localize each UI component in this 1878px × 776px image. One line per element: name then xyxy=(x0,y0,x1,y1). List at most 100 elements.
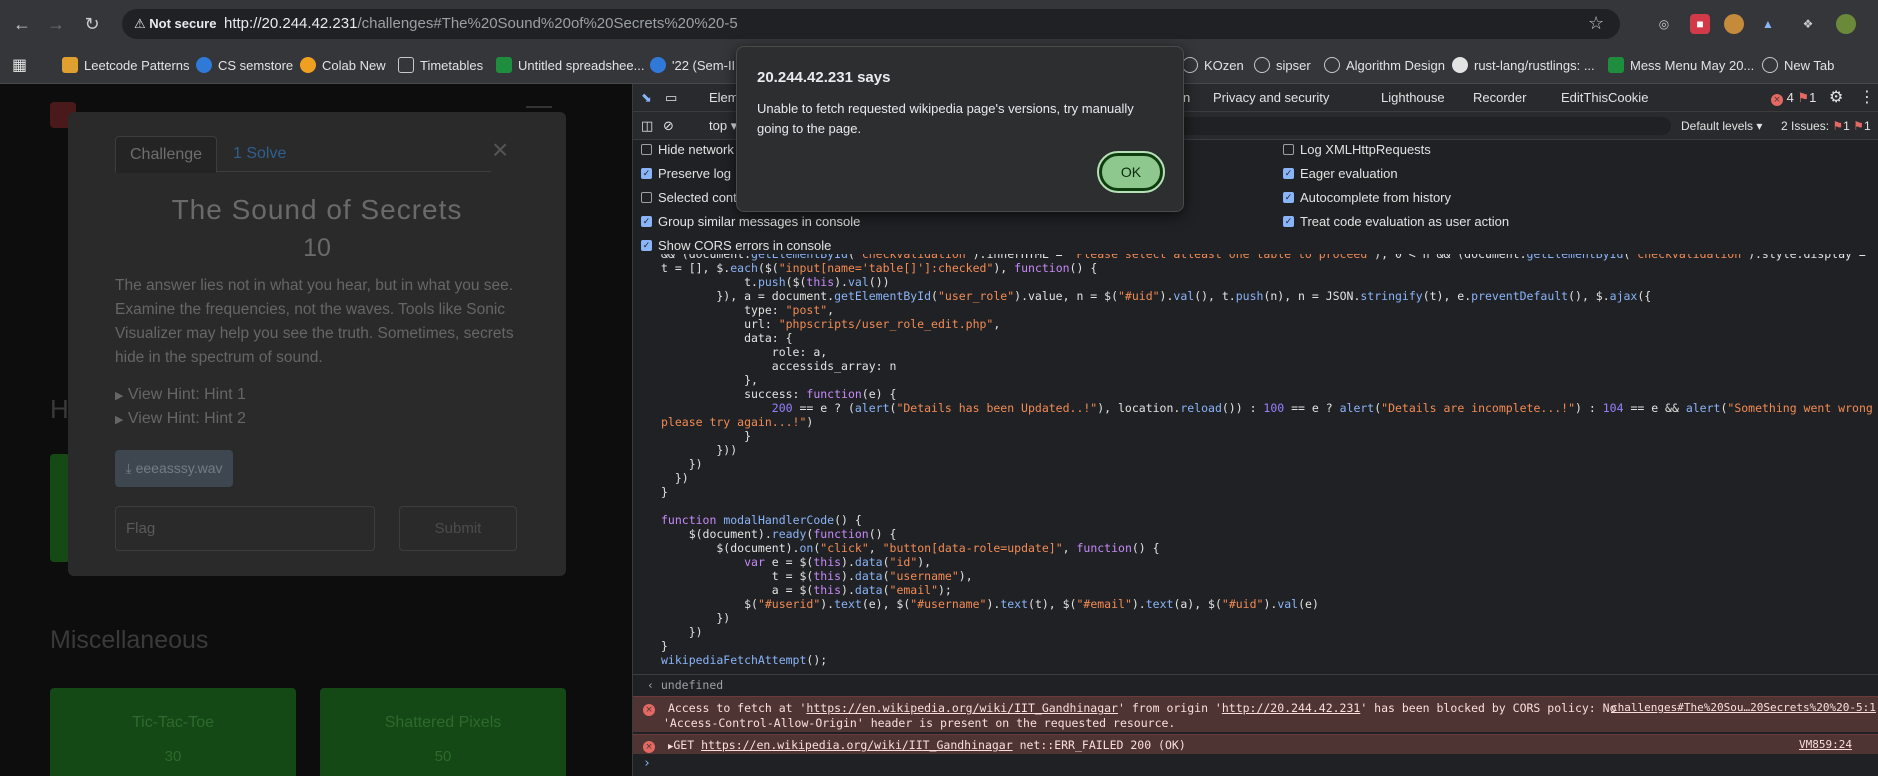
tab-editthiscookie[interactable]: EditThisCookie xyxy=(1561,84,1648,112)
bookmark-item[interactable]: New Tab xyxy=(1762,48,1834,84)
challenge-description: The answer lies not in what you hear, bu… xyxy=(115,277,514,366)
error-source-link[interactable]: challenges#The%20Sou…20Secrets%20%20-5:1 xyxy=(1611,701,1876,715)
console-prompt-icon[interactable]: › xyxy=(643,756,651,771)
bookmark-favicon xyxy=(1608,57,1624,74)
tab-elements[interactable]: Elem xyxy=(709,84,739,112)
extension-icon[interactable]: ▲ xyxy=(1758,14,1778,34)
bookmark-item[interactable]: '22 (Sem-II 2 xyxy=(650,48,746,84)
tab-recorder[interactable]: Recorder xyxy=(1473,84,1526,112)
option-hide-network[interactable]: Hide network xyxy=(641,140,734,164)
challenge-card[interactable]: Tic-Tac-Toe 30 xyxy=(50,688,296,776)
globe-icon xyxy=(1254,57,1270,74)
cookie-icon[interactable] xyxy=(1724,14,1744,34)
alert-title: 20.244.42.231 says xyxy=(757,69,891,86)
url-text[interactable]: http://20.244.42.231/challenges#The%20So… xyxy=(224,9,738,39)
option-preserve-log[interactable]: ✓ Preserve log xyxy=(641,164,731,188)
avatar[interactable] xyxy=(1836,14,1856,34)
bookmark-folder[interactable]: Timetables xyxy=(398,48,483,84)
reload-icon[interactable]: ↻ xyxy=(80,12,104,36)
bookmark-favicon xyxy=(650,57,666,74)
bookmark-item[interactable]: KOzen xyxy=(1182,48,1244,84)
sidebar-toggle-icon[interactable]: ◫ xyxy=(641,112,653,140)
bookmark-item[interactable]: CS semstore xyxy=(196,48,293,84)
console-result: ‹ undefined xyxy=(633,674,1878,694)
more-options-icon[interactable]: ⋮ xyxy=(1859,84,1875,112)
device-toggle-icon[interactable]: ▭ xyxy=(665,84,677,112)
bookmark-item[interactable]: Mess Menu May 20... xyxy=(1608,48,1754,84)
apps-icon[interactable]: ▦ xyxy=(12,48,27,84)
error-link[interactable]: http://20.244.42.231 xyxy=(1222,701,1360,715)
error-icon: × xyxy=(643,704,655,716)
close-icon[interactable]: × xyxy=(492,136,508,164)
checkbox-checked[interactable]: ✓ xyxy=(1283,191,1294,203)
warning-flag-icon: ⚑ xyxy=(1797,90,1810,105)
option-treat-user-action[interactable]: ✓ Treat code evaluation as user action xyxy=(1283,212,1509,236)
browser-toolbar: ← → ↻ ⚠ Not secure http://20.244.42.231/… xyxy=(0,0,1878,48)
bookmark-favicon xyxy=(496,57,512,74)
error-icon: × xyxy=(1771,94,1783,106)
context-select[interactable]: top ▾ xyxy=(709,112,737,140)
tab-lighthouse[interactable]: Lighthouse xyxy=(1381,84,1445,112)
option-autocomplete[interactable]: ✓ Autocomplete from history xyxy=(1283,188,1451,212)
extension-icon[interactable]: ◎ xyxy=(1654,14,1674,34)
error-link[interactable]: https://en.wikipedia.org/wiki/IIT_Gandhi… xyxy=(701,738,1013,752)
back-icon[interactable]: ← xyxy=(10,12,34,36)
option-group-similar[interactable]: ✓ Group similar messages in console xyxy=(641,212,860,236)
error-flag-icon: ⚑ xyxy=(1832,119,1844,133)
flag-input[interactable]: Flag xyxy=(115,506,375,551)
option-log-xhr[interactable]: Log XMLHttpRequests xyxy=(1283,140,1431,164)
checkbox-checked[interactable]: ✓ xyxy=(641,167,652,179)
bookmark-item[interactable]: Algorithm Design xyxy=(1324,48,1445,84)
tab-solves[interactable]: 1 Solve xyxy=(219,136,300,173)
challenge-modal: Challenge 1 Solve × The Sound of Secrets… xyxy=(68,112,566,576)
tab-privacy[interactable]: Privacy and security xyxy=(1213,84,1329,112)
bookmark-item[interactable]: Leetcode Patterns xyxy=(62,48,190,84)
hint-toggle[interactable]: ▶ View Hint: Hint 1 xyxy=(115,386,246,404)
bookmark-item[interactable]: sipser xyxy=(1254,48,1311,84)
bookmark-item[interactable]: Colab New xyxy=(300,48,386,84)
address-bar[interactable]: ⚠ Not secure http://20.244.42.231/challe… xyxy=(122,9,1620,39)
clear-console-icon[interactable]: ⊘ xyxy=(663,112,674,140)
result-arrow-icon: ‹ xyxy=(647,678,654,692)
error-link[interactable]: https://en.wikipedia.org/wiki/IIT_Gandhi… xyxy=(806,701,1118,715)
inspect-icon[interactable]: ⬊ xyxy=(641,84,652,112)
checkbox-checked[interactable]: ✓ xyxy=(641,215,652,227)
challenge-card[interactable]: Shattered Pixels 50 xyxy=(320,688,566,776)
not-secure-badge[interactable]: ⚠ Not secure xyxy=(134,9,216,39)
bookmark-item[interactable]: Untitled spreadshee... xyxy=(496,48,644,84)
bookmark-favicon xyxy=(62,57,78,74)
globe-icon xyxy=(1182,57,1198,74)
alert-message: Unable to fetch requested wikipedia page… xyxy=(757,101,1134,136)
error-source-link[interactable]: VM859:24 xyxy=(1799,738,1852,752)
checkbox-checked[interactable]: ✓ xyxy=(1283,215,1294,227)
console-error-get: × ▶GET https://en.wikipedia.org/wiki/IIT… xyxy=(633,734,1878,754)
checkbox-checked[interactable]: ✓ xyxy=(1283,167,1294,179)
puzzle-icon[interactable]: ❖ xyxy=(1798,14,1818,34)
category-heading: Miscellaneous xyxy=(50,626,209,654)
checkbox[interactable] xyxy=(1283,143,1294,155)
checkbox[interactable] xyxy=(641,143,652,155)
checkbox-checked[interactable]: ✓ xyxy=(641,239,652,251)
forward-icon[interactable]: → xyxy=(44,12,68,36)
settings-gear-icon[interactable]: ⚙ xyxy=(1829,84,1843,112)
log-levels-select[interactable]: Default levels ▾ xyxy=(1681,112,1762,140)
bookmark-favicon xyxy=(196,57,212,74)
globe-icon xyxy=(1324,57,1340,74)
modal-tabs: Challenge 1 Solve xyxy=(115,136,491,173)
submit-button[interactable]: Submit xyxy=(399,506,517,551)
file-download-button[interactable]: ⤓ eeeasssy.wav xyxy=(115,450,233,487)
ok-button[interactable]: OK xyxy=(1097,151,1165,193)
bookmark-star-icon[interactable]: ☆ xyxy=(1588,13,1604,34)
error-counter[interactable]: × 4 ⚑1 xyxy=(1771,84,1816,112)
issues-counter[interactable]: 2 Issues: ⚑1 ⚑1 xyxy=(1781,112,1871,140)
option-eager-eval[interactable]: ✓ Eager evaluation xyxy=(1283,164,1398,188)
console-filter-input[interactable] xyxy=(1103,117,1671,135)
tab-challenge[interactable]: Challenge xyxy=(115,136,218,173)
checkbox[interactable] xyxy=(641,191,652,203)
tab-partial[interactable]: n xyxy=(1183,84,1190,112)
extension-icon[interactable]: ■ xyxy=(1690,14,1710,34)
challenge-card[interactable] xyxy=(50,454,70,562)
option-selected-context[interactable]: Selected conte xyxy=(641,188,744,212)
hint-toggle[interactable]: ▶ View Hint: Hint 2 xyxy=(115,410,246,428)
bookmark-item[interactable]: rust-lang/rustlings: ... xyxy=(1452,48,1595,84)
